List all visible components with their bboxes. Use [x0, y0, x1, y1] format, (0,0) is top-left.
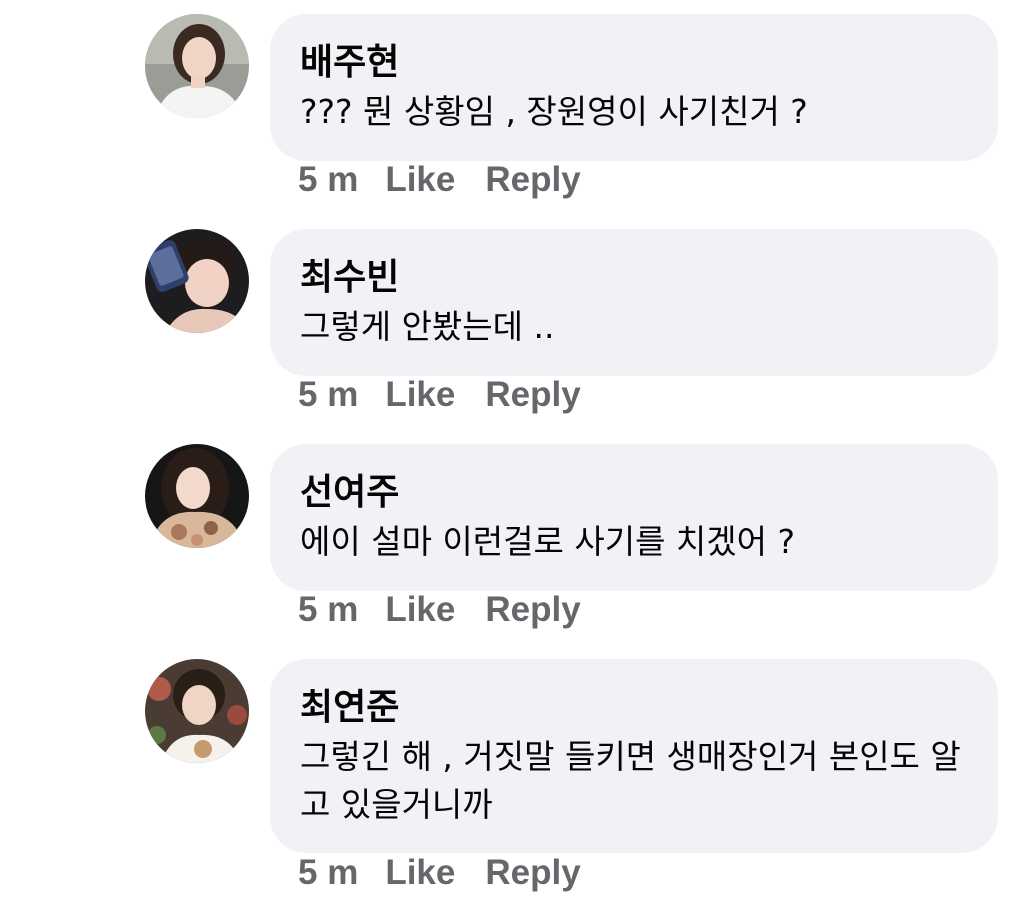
comment-timestamp[interactable]: 5 m: [298, 160, 358, 200]
comment-author[interactable]: 최수빈: [300, 255, 970, 301]
reply-button[interactable]: Reply: [485, 160, 580, 200]
comment-author[interactable]: 선여주: [300, 470, 970, 516]
like-button[interactable]: Like: [385, 853, 455, 893]
comment-actions: 5 m Like Reply: [298, 375, 581, 415]
comment-actions: 5 m Like Reply: [298, 853, 581, 893]
like-button[interactable]: Like: [385, 160, 455, 200]
comment-text: 그렇긴 해 , 거짓말 들키면 생매장인거 본인도 알고 있을거니까: [300, 737, 961, 824]
comment-timestamp[interactable]: 5 m: [298, 590, 358, 630]
avatar[interactable]: [145, 14, 249, 118]
comment-actions: 5 m Like Reply: [298, 160, 581, 200]
comment-actions: 5 m Like Reply: [298, 590, 581, 630]
comment-bubble: 선여주 에이 설마 이런걸로 사기를 치겠어 ?: [270, 444, 998, 591]
reply-button[interactable]: Reply: [485, 853, 580, 893]
reply-button[interactable]: Reply: [485, 375, 580, 415]
comment-timestamp[interactable]: 5 m: [298, 375, 358, 415]
avatar[interactable]: [145, 444, 249, 548]
avatar[interactable]: [145, 229, 249, 333]
comment-bubble: 최연준 그렇긴 해 , 거짓말 들키면 생매장인거 본인도 알고 있을거니까: [270, 659, 998, 853]
like-button[interactable]: Like: [385, 590, 455, 630]
like-button[interactable]: Like: [385, 375, 455, 415]
comment-timestamp[interactable]: 5 m: [298, 853, 358, 893]
comment-bubble: 배주현 ??? 뭔 상황임 , 장원영이 사기친거 ?: [270, 14, 998, 161]
comment-text: ??? 뭔 상황임 , 장원영이 사기친거 ?: [300, 92, 808, 131]
comment-author[interactable]: 최연준: [300, 685, 970, 731]
comment-bubble: 최수빈 그렇게 안봤는데 ..: [270, 229, 998, 376]
avatar[interactable]: [145, 659, 249, 763]
comment-text: 그렇게 안봤는데 ..: [300, 307, 555, 346]
comment-text: 에이 설마 이런걸로 사기를 치겠어 ?: [300, 522, 796, 561]
comment-author[interactable]: 배주현: [300, 40, 970, 86]
reply-button[interactable]: Reply: [485, 590, 580, 630]
